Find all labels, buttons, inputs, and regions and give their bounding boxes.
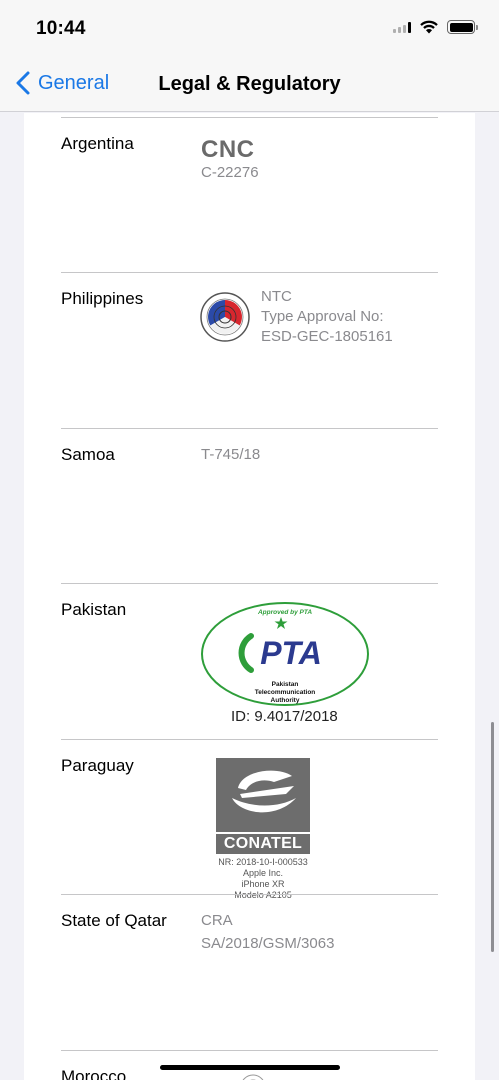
home-indicator[interactable] <box>160 1065 340 1070</box>
country-label: Argentina <box>61 134 134 153</box>
pta-name-line-1: Pakistan <box>272 681 299 688</box>
status-bar: 10:44 <box>0 0 499 56</box>
conatel-logo: CONATEL NR: 2018-10-I-000533 Apple Inc. … <box>216 758 310 901</box>
list-item: Philippines NTC Type Approval No: ESD-GE… <box>61 272 438 428</box>
battery-icon <box>447 20 478 34</box>
country-label: Philippines <box>61 289 144 308</box>
approval-number: ESD-GEC-1805161 <box>261 328 393 345</box>
country-label: Morocco <box>61 1067 127 1080</box>
country-label: Pakistan <box>61 600 127 619</box>
list-item: Argentina CNC C-22276 <box>61 117 438 273</box>
conatel-emblem <box>216 758 310 832</box>
approval-number: SA/2018/GSM/3063 <box>201 935 335 952</box>
device-label: iPhone XR <box>241 879 285 889</box>
qatar-details: CRA SA/2018/GSM/3063 <box>201 911 334 954</box>
approval-number: NR: 2018-10-I-000533 <box>218 857 308 867</box>
pta-name-line-2: Telecommunication <box>255 689 316 696</box>
regulatory-list[interactable]: Argentina CNC C-22276 Philippines NTC Ty… <box>24 113 475 1080</box>
approval-number: ID: 9.4017/2018 <box>231 708 338 725</box>
ntc-seal-icon <box>200 292 250 342</box>
cnc-logo-text: CNC <box>201 136 255 163</box>
conatel-emblem-icon <box>232 770 296 813</box>
approval-number: C-22276 <box>201 164 259 181</box>
pta-logo: Approved by PTA PTA Pakistan Telecommuni… <box>201 602 369 706</box>
pta-name-line-3: Authority <box>271 697 300 704</box>
navigation-bar: General Legal & Regulatory <box>0 56 499 112</box>
pta-mark-text: PTA <box>260 635 322 671</box>
ntc-label: NTC <box>261 288 292 305</box>
list-item: State of Qatar CRA SA/2018/GSM/3063 <box>61 894 438 1050</box>
status-icons <box>393 20 478 34</box>
status-time: 10:44 <box>36 18 86 39</box>
list-item: Pakistan Approved by PTA PTA Pakistan Te… <box>61 583 438 739</box>
scroll-indicator[interactable] <box>491 722 494 952</box>
list-item: Samoa T-745/18 <box>61 428 438 584</box>
country-label: State of Qatar <box>61 911 167 930</box>
approval-number: T-745/18 <box>201 446 261 463</box>
ntc-details: NTC Type Approval No: ESD-GEC-1805161 <box>261 287 393 347</box>
wifi-icon <box>420 20 438 34</box>
type-approval-label: Type Approval No: <box>261 308 384 325</box>
manufacturer-label: Apple Inc. <box>242 868 284 878</box>
country-label: Samoa <box>61 445 115 464</box>
cellular-signal-icon <box>393 21 411 33</box>
cnc-logo: CNC <box>201 136 255 164</box>
page-title: Legal & Regulatory <box>158 73 341 95</box>
cra-label: CRA <box>201 912 233 929</box>
conatel-name: CONATEL <box>216 834 310 854</box>
pta-approved-text: Approved by PTA <box>257 609 312 616</box>
list-item: Paraguay CONATEL NR: 2018-10-I-000533 Ap… <box>61 739 438 900</box>
country-label: Paraguay <box>61 756 134 775</box>
